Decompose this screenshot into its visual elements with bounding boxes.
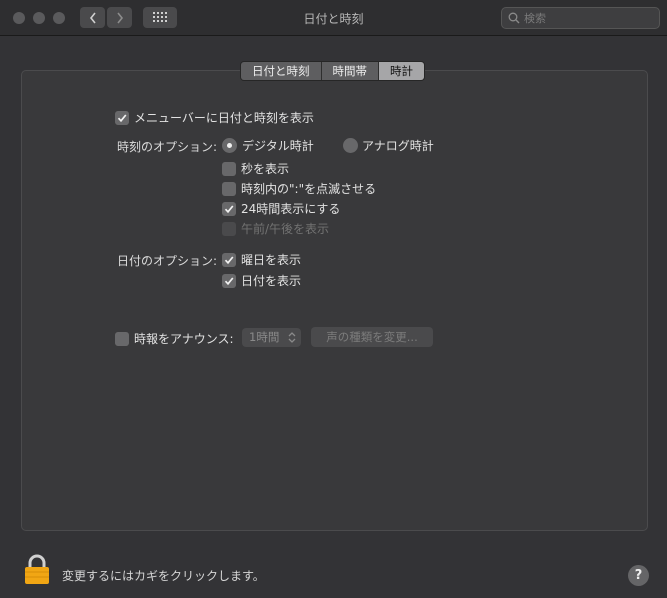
- close-window-button[interactable]: [13, 12, 25, 24]
- tab-clock[interactable]: 時計: [379, 62, 424, 80]
- digital-clock-radio[interactable]: [222, 138, 237, 153]
- minimize-window-button[interactable]: [33, 12, 45, 24]
- customize-voice-button[interactable]: 声の種類を変更...: [311, 327, 433, 347]
- announce-interval-value: 1時間: [249, 330, 280, 344]
- back-button[interactable]: [80, 7, 105, 28]
- show-day-of-week-option[interactable]: 曜日を表示: [222, 251, 301, 268]
- analog-clock-radio[interactable]: [343, 138, 358, 153]
- title-bar: 日付と時刻: [0, 0, 667, 36]
- search-input[interactable]: [524, 11, 654, 25]
- time-options-label: 時刻のオプション:: [117, 140, 218, 154]
- flash-separators-checkbox[interactable]: [222, 181, 236, 196]
- use-24-hour-label: 24時間表示にする: [241, 202, 341, 216]
- date-options-label: 日付のオプション:: [117, 254, 218, 268]
- analog-clock-label: アナログ時計: [362, 139, 434, 153]
- zoom-window-button[interactable]: [53, 12, 65, 24]
- show-in-menubar-option[interactable]: メニューバーに日付と時刻を表示: [115, 109, 314, 126]
- tab-date-time[interactable]: 日付と時刻: [241, 62, 322, 80]
- chevron-left-icon: [89, 12, 96, 23]
- forward-button[interactable]: [107, 7, 132, 28]
- checkmark-icon: [224, 204, 234, 213]
- show-date-option[interactable]: 日付を表示: [222, 272, 301, 289]
- search-icon: [508, 12, 520, 24]
- announce-time-option[interactable]: 時報をアナウンス:: [115, 330, 234, 347]
- announce-time-checkbox[interactable]: [115, 331, 129, 346]
- analog-clock-option[interactable]: アナログ時計: [343, 137, 434, 154]
- show-all-button[interactable]: [143, 7, 177, 28]
- checkmark-icon: [117, 113, 127, 122]
- grid-icon: [153, 12, 167, 22]
- digital-clock-label: デジタル時計: [242, 139, 314, 153]
- use-24-hour-option[interactable]: 24時間表示にする: [222, 200, 340, 217]
- lock-icon[interactable]: [24, 554, 50, 585]
- announce-interval-popup[interactable]: 1時間: [242, 328, 301, 347]
- updown-arrows-icon: [288, 332, 296, 343]
- show-in-menubar-label: メニューバーに日付と時刻を表示: [134, 111, 314, 125]
- show-date-label: 日付を表示: [241, 274, 302, 288]
- tab-time-zone[interactable]: 時間帯: [321, 62, 379, 80]
- show-day-of-week-label: 曜日を表示: [241, 253, 302, 267]
- show-seconds-option[interactable]: 秒を表示: [222, 160, 289, 177]
- show-seconds-label: 秒を表示: [241, 162, 290, 176]
- show-seconds-checkbox[interactable]: [222, 161, 236, 176]
- chevron-right-icon: [116, 12, 123, 23]
- search-field[interactable]: [501, 7, 660, 29]
- show-date-checkbox[interactable]: [222, 273, 236, 288]
- show-ampm-checkbox: [222, 221, 236, 236]
- settings-panel: [21, 70, 648, 531]
- use-24-hour-checkbox[interactable]: [222, 201, 236, 216]
- show-ampm-label: 午前/午後を表示: [241, 222, 330, 236]
- checkmark-icon: [224, 255, 234, 264]
- show-ampm-option: 午前/午後を表示: [222, 220, 329, 237]
- digital-clock-option[interactable]: デジタル時計: [222, 137, 314, 154]
- lock-message: 変更するにはカギをクリックします。: [62, 569, 265, 583]
- show-in-menubar-checkbox[interactable]: [115, 110, 129, 125]
- flash-separators-label: 時刻内の":"を点滅させる: [241, 182, 377, 196]
- tab-bar: 日付と時刻 時間帯 時計: [240, 61, 425, 81]
- show-day-of-week-checkbox[interactable]: [222, 252, 236, 267]
- help-button[interactable]: ?: [628, 565, 649, 586]
- announce-time-label: 時報をアナウンス:: [134, 332, 234, 346]
- flash-separators-option[interactable]: 時刻内の":"を点滅させる: [222, 180, 376, 197]
- checkmark-icon: [224, 276, 234, 285]
